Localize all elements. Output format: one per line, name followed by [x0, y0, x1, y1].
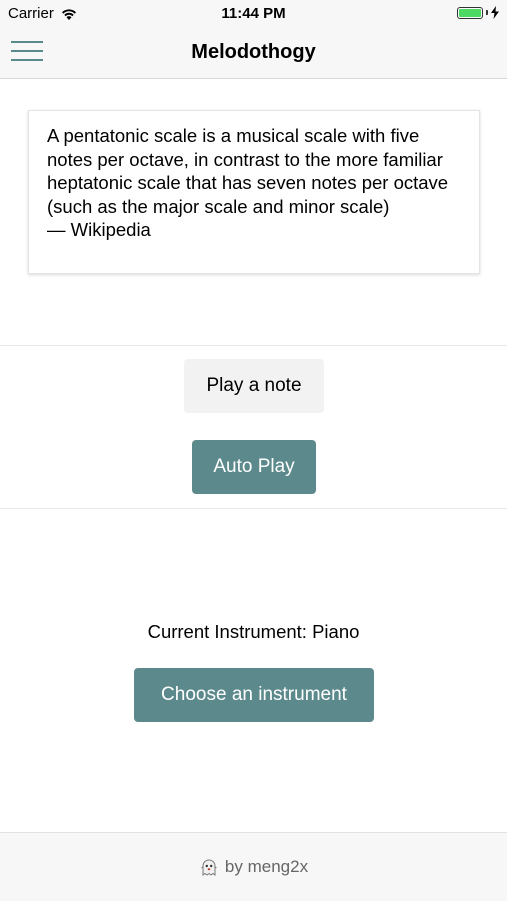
quote-text: A pentatonic scale is a musical scale wi… [47, 125, 449, 217]
current-instrument-label: Current Instrument: Piano [147, 621, 360, 642]
battery-indicator [457, 6, 499, 19]
quote-source: — Wikipedia [47, 219, 151, 240]
charging-bolt-icon [491, 6, 499, 19]
page-title: Melodothogy [191, 41, 316, 63]
footer-credit: by meng2x [224, 857, 309, 876]
auto-play-button[interactable]: Auto Play [192, 440, 316, 494]
divider-middle [0, 508, 507, 509]
nav-bar: Melodothogy [0, 28, 507, 79]
battery-icon [457, 6, 483, 19]
battery-tip [486, 10, 488, 15]
divider-top [0, 345, 507, 346]
status-time: 11:44 PM [221, 5, 286, 22]
choose-instrument-button[interactable]: Choose an instrument [134, 668, 374, 722]
battery-fill [459, 8, 481, 17]
ghost-icon [201, 859, 217, 876]
play-note-button[interactable]: Play a note [184, 359, 324, 413]
status-bar: Carrier 11:44 PM [0, 0, 507, 28]
quote-card: A pentatonic scale is a musical scale wi… [28, 110, 480, 274]
footer: by meng2x [0, 832, 507, 901]
